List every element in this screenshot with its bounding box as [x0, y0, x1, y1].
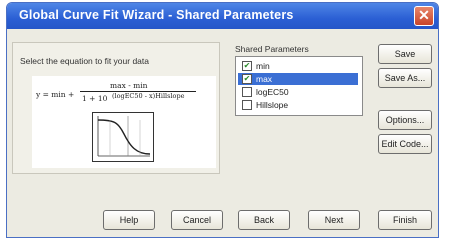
equation-exponent: (logEC50 - x)Hillslope — [112, 92, 185, 100]
parameter-label: max — [256, 74, 273, 84]
checkbox-min[interactable]: ✔ — [242, 61, 252, 71]
equation-denominator: 1 + 10 — [82, 94, 108, 103]
shared-parameters-list[interactable]: ✔ min ✔ max logEC50 Hillslope — [235, 56, 363, 116]
parameter-item-hillslope[interactable]: Hillslope — [238, 99, 358, 111]
close-icon: ✕ — [418, 7, 430, 23]
parameter-label: min — [256, 61, 270, 71]
parameter-label: logEC50 — [256, 87, 289, 97]
save-button[interactable]: Save — [378, 44, 432, 64]
checkbox-logec50[interactable] — [242, 87, 252, 97]
checkbox-hillslope[interactable] — [242, 100, 252, 110]
sigmoid-curve-thumbnail — [92, 112, 154, 162]
equation-lhs: y = min + — [36, 90, 75, 99]
equation-preview[interactable]: y = min + max - min 1 + 10 (logEC50 - x)… — [32, 76, 216, 168]
parameter-item-max[interactable]: ✔ max — [238, 73, 358, 85]
close-button[interactable]: ✕ — [414, 6, 434, 26]
parameter-label: Hillslope — [256, 100, 289, 110]
title-bar[interactable]: Global Curve Fit Wizard - Shared Paramet… — [7, 3, 438, 29]
back-button[interactable]: Back — [238, 210, 290, 230]
help-button[interactable]: Help — [103, 210, 155, 230]
options-button[interactable]: Options... — [378, 110, 432, 130]
parameter-item-min[interactable]: ✔ min — [238, 60, 358, 72]
equation-prompt: Select the equation to fit your data — [20, 56, 150, 66]
edit-code-button[interactable]: Edit Code... — [378, 134, 432, 154]
window-title: Global Curve Fit Wizard - Shared Paramet… — [19, 8, 294, 22]
next-button[interactable]: Next — [308, 210, 360, 230]
equation-numerator: max - min — [110, 81, 148, 90]
finish-button[interactable]: Finish — [378, 210, 432, 230]
parameter-item-logec50[interactable]: logEC50 — [238, 86, 358, 98]
cancel-button[interactable]: Cancel — [171, 210, 223, 230]
checkbox-max[interactable]: ✔ — [242, 74, 252, 84]
save-as-button[interactable]: Save As... — [378, 68, 432, 88]
shared-parameters-label: Shared Parameters — [235, 44, 309, 54]
